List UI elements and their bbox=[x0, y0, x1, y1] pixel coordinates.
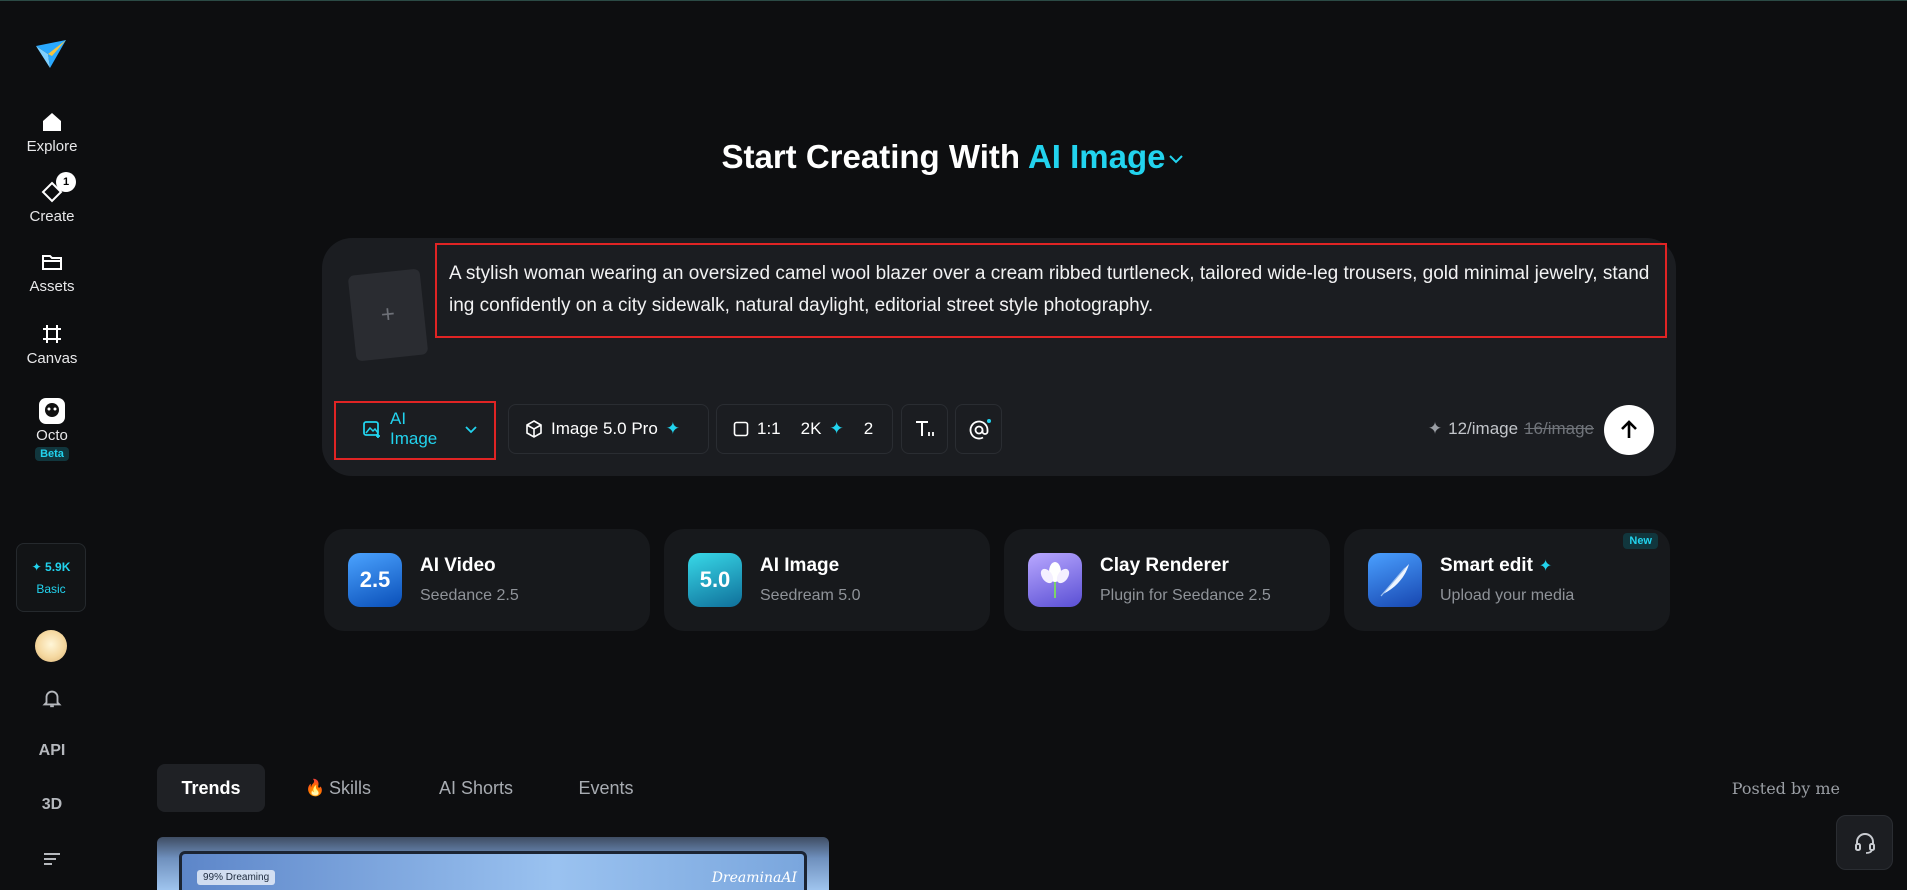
count-label: 2 bbox=[863, 419, 874, 438]
aspect-ratio-icon bbox=[733, 421, 749, 437]
card-ai-video[interactable]: 2.5 AI Video Seedance 2.5 bbox=[324, 529, 650, 631]
arrow-up-icon bbox=[1621, 420, 1637, 438]
avatar[interactable] bbox=[35, 630, 67, 662]
generate-button[interactable] bbox=[1604, 405, 1654, 455]
fire-icon: 🔥 bbox=[305, 780, 325, 797]
mode-dropdown[interactable]: AI Image bbox=[346, 404, 494, 454]
sidebar-item-label: Create bbox=[29, 208, 75, 225]
sidebar-item-label: Canvas bbox=[26, 350, 78, 367]
bell-icon[interactable] bbox=[0, 687, 104, 714]
top-border bbox=[0, 0, 1907, 1]
credits-amount: ✦ 5.9K bbox=[31, 559, 71, 574]
support-button[interactable] bbox=[1836, 815, 1893, 870]
resolution-label: 2K bbox=[800, 419, 822, 438]
tab-label: Skills bbox=[328, 777, 371, 798]
card-subtitle: Plugin for Seedance 2.5 bbox=[1100, 587, 1271, 604]
generation-cost: ✦ 12/image 16/image bbox=[1428, 419, 1594, 439]
canvas-icon bbox=[38, 320, 66, 348]
plus-icon: + bbox=[379, 300, 397, 329]
sparkle-icon: ✦ bbox=[1538, 558, 1553, 575]
chevron-down-icon bbox=[1168, 155, 1183, 164]
trending-preview-card[interactable]: 99% Dreaming DreaminaAI bbox=[157, 837, 829, 890]
feather-icon bbox=[1368, 553, 1422, 607]
model-label: Image 5.0 Pro bbox=[551, 419, 658, 438]
image-plus-icon bbox=[363, 421, 380, 438]
posted-by-filter[interactable]: Posted by me bbox=[1732, 779, 1840, 798]
flower-icon bbox=[1028, 553, 1082, 607]
tab-ai-shorts[interactable]: AI Shorts bbox=[425, 764, 527, 812]
text-format-icon bbox=[916, 421, 934, 436]
sidebar-item-label: Assets bbox=[29, 278, 75, 295]
headset-icon bbox=[1854, 832, 1875, 854]
sparkle-icon: ✦ bbox=[829, 419, 844, 438]
cost-label: 12/image bbox=[1448, 419, 1519, 438]
card-title: Smart edit ✦ bbox=[1440, 555, 1574, 577]
model-selector[interactable]: Image 5.0 Pro ✦ bbox=[508, 404, 709, 454]
preview-brand: DreaminaAI bbox=[711, 870, 797, 886]
sidebar-item-octo[interactable]: Octo Beta bbox=[0, 397, 104, 461]
home-icon bbox=[38, 108, 66, 136]
page-title: Start Creating With AI Image bbox=[0, 138, 1907, 176]
sparkle-icon: ✦ bbox=[665, 419, 681, 438]
preview-tag: 99% Dreaming bbox=[197, 870, 276, 885]
mode-switcher-label: AI Image bbox=[1027, 138, 1166, 175]
3d-link[interactable]: 3D bbox=[0, 796, 104, 814]
cube-icon bbox=[526, 420, 542, 438]
upload-reference-button[interactable]: + bbox=[347, 268, 429, 362]
tab-skills[interactable]: 🔥 Skills bbox=[293, 764, 383, 812]
mode-label: AI Image bbox=[390, 409, 438, 448]
card-ai-image[interactable]: 5.0 AI Image Seedream 5.0 bbox=[664, 529, 990, 631]
card-title: Clay Renderer bbox=[1100, 555, 1229, 576]
card-smart-edit[interactable]: New Smart edit ✦ Upload your media bbox=[1344, 529, 1670, 631]
at-sign-icon bbox=[969, 419, 991, 440]
mode-switcher[interactable]: AI Image bbox=[1028, 138, 1186, 175]
tab-events[interactable]: Events bbox=[560, 764, 652, 812]
create-icon: 1 bbox=[38, 172, 76, 206]
sidebar-item-create[interactable]: 1 Create bbox=[0, 172, 104, 225]
prompt-panel: + A stylish woman wearing an oversized c… bbox=[322, 238, 1676, 476]
original-cost-label: 16/image bbox=[1524, 419, 1594, 438]
prompt-text: A stylish woman wearing an oversized cam… bbox=[449, 263, 1650, 316]
folder-icon bbox=[38, 248, 66, 276]
sidebar-item-canvas[interactable]: Canvas bbox=[0, 320, 104, 367]
new-badge: New bbox=[1623, 533, 1658, 549]
title-prefix: Start Creating With bbox=[721, 138, 1021, 175]
card-subtitle: Seedance 2.5 bbox=[420, 587, 519, 604]
sidebar: Explore 1 Create Assets Canvas Octo Beta… bbox=[0, 0, 104, 890]
tab-trends[interactable]: Trends bbox=[157, 764, 265, 812]
octo-icon bbox=[38, 397, 66, 425]
app-logo-icon[interactable] bbox=[34, 36, 68, 70]
card-clay-renderer[interactable]: Clay Renderer Plugin for Seedance 2.5 bbox=[1004, 529, 1330, 631]
menu-icon[interactable] bbox=[0, 850, 104, 873]
card-title: AI Video bbox=[420, 555, 496, 576]
text-style-button[interactable] bbox=[901, 404, 948, 454]
sidebar-item-label: Octo bbox=[36, 427, 68, 444]
credits-amount-value: 5.9K bbox=[45, 559, 71, 574]
ai-video-icon: 2.5 bbox=[348, 553, 402, 607]
ai-image-icon: 5.0 bbox=[688, 553, 742, 607]
card-title-text: Smart edit bbox=[1440, 555, 1533, 576]
beta-badge: Beta bbox=[35, 447, 69, 461]
plan-label: Basic bbox=[36, 581, 66, 596]
chevron-down-icon bbox=[465, 426, 477, 434]
card-subtitle: Upload your media bbox=[1440, 587, 1575, 604]
card-subtitle: Seedream 5.0 bbox=[760, 587, 861, 604]
api-link[interactable]: API bbox=[0, 742, 104, 760]
mention-button[interactable] bbox=[955, 404, 1002, 454]
prompt-toolbar: AI Image Image 5.0 Pro ✦ 1:1 2K ✦ 2 ✦ 12… bbox=[322, 401, 1676, 460]
card-title: AI Image bbox=[760, 555, 840, 576]
ratio-label: 1:1 bbox=[757, 419, 781, 438]
sidebar-item-assets[interactable]: Assets bbox=[0, 248, 104, 295]
prompt-input[interactable]: A stylish woman wearing an oversized cam… bbox=[435, 243, 1667, 338]
sparkle-icon: ✦ bbox=[1427, 419, 1443, 438]
credits-widget[interactable]: ✦ 5.9K Basic bbox=[16, 543, 86, 612]
output-settings[interactable]: 1:1 2K ✦ 2 bbox=[716, 404, 893, 454]
